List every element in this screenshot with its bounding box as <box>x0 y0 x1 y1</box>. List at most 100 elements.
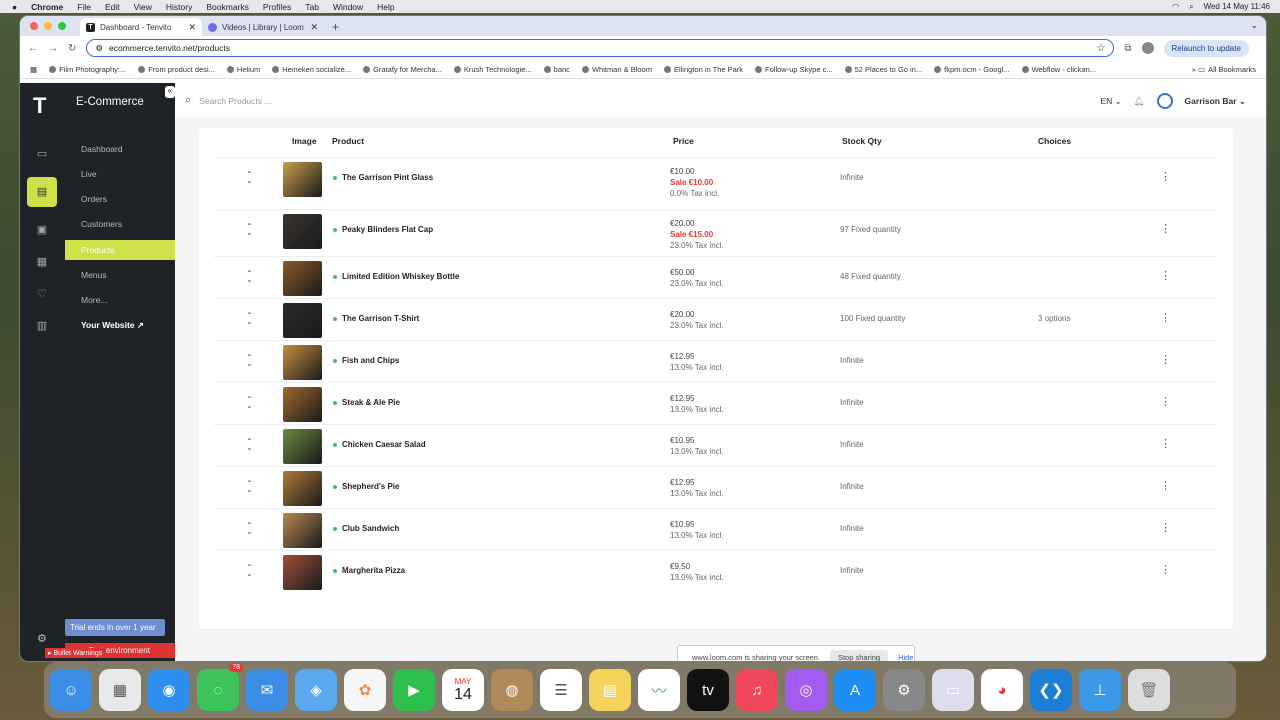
messages-icon[interactable]: ◌ 78 <box>197 663 243 711</box>
bookmark-item[interactable]: 52 Places to Go in... <box>844 65 922 74</box>
podcasts-icon[interactable]: ◎ <box>785 669 827 711</box>
product-name[interactable]: Peaky Blinders Flat Cap <box>333 225 433 234</box>
more-options-icon[interactable]: ⋮ <box>1160 269 1171 282</box>
menu-view[interactable]: View <box>134 2 152 12</box>
table-row[interactable]: ⌃ ⌄ Margherita Pizza €9.50 13.0% Tax incl. In… <box>214 550 1217 592</box>
bookmark-item[interactable]: Krush Technologie... <box>453 65 532 74</box>
menu-window[interactable]: Window <box>333 2 363 12</box>
extensions-icon[interactable]: ⧉ <box>1124 43 1131 54</box>
sort-handle-icon[interactable]: ⌃ ⌄ <box>246 354 253 368</box>
notifications-bell-icon[interactable]: 🔔︎ <box>1134 96 1145 107</box>
preview-icon[interactable]: ▭ <box>932 669 974 711</box>
product-name[interactable]: Margherita Pizza <box>333 566 405 575</box>
collapse-sidebar-icon[interactable]: « <box>165 86 175 98</box>
sidebar-item-products[interactable]: Products <box>65 240 175 260</box>
new-tab-icon[interactable]: + <box>332 18 339 36</box>
tenvito-logo[interactable]: T <box>33 93 46 119</box>
sort-handle-icon[interactable]: ⌃ ⌄ <box>246 480 253 494</box>
reminders-icon[interactable]: ☰ <box>540 669 582 711</box>
more-options-icon[interactable]: ⋮ <box>1160 353 1171 366</box>
bookmark-item[interactable]: Film Photography:... <box>49 65 126 74</box>
keynote-icon[interactable]: ⊥ <box>1079 669 1121 711</box>
bookmark-item[interactable]: banc <box>543 65 570 74</box>
tab-search-icon[interactable]: ⌄ <box>1250 20 1258 31</box>
bookmark-item[interactable]: Heineken socialize... <box>272 65 351 74</box>
product-name[interactable]: Fish and Chips <box>333 356 399 365</box>
launchpad-icon[interactable]: ▦ <box>99 669 141 711</box>
bookmark-item[interactable]: Helium <box>226 65 260 74</box>
stop-sharing-button[interactable]: Stop sharing <box>829 649 889 661</box>
sidebar-item-menus[interactable]: Menus <box>65 265 175 285</box>
address-bar[interactable]: ⚙ ecommerce.tenvito.net/products ☆ <box>86 39 1115 57</box>
photos-icon[interactable]: ✿ <box>344 669 386 711</box>
sidebar-item-orders[interactable]: Orders <box>65 189 175 209</box>
settings-gear-icon[interactable]: ⚙ <box>37 632 47 645</box>
product-name[interactable]: Shepherd's Pie <box>333 482 399 491</box>
chrome-icon[interactable]: ◕ <box>981 669 1023 711</box>
tab-loom[interactable]: Videos | Library | Loom ✕ <box>202 18 324 36</box>
product-name[interactable]: Limited Edition Whiskey Bottle <box>333 272 459 281</box>
table-row[interactable]: ⌃ ⌄ Steak & Ale Pie €12.95 13.0% Tax incl. In… <box>214 382 1217 424</box>
sidebar-item-your-website[interactable]: Your Website ↗ <box>65 315 175 335</box>
sidebar-item-customers[interactable]: Customers <box>65 214 175 234</box>
menu-chrome[interactable]: Chrome <box>31 2 63 12</box>
freeform-icon[interactable]: 〰 <box>638 669 680 711</box>
bookmark-item[interactable]: From product desi... <box>138 65 215 74</box>
close-window-button[interactable] <box>30 22 38 30</box>
datetime[interactable]: Wed 14 May 11:46 <box>1204 2 1270 11</box>
product-name[interactable]: Steak & Ale Pie <box>333 398 400 407</box>
table-row[interactable]: ⌃ ⌄ Fish and Chips €12.95 13.0% Tax incl. Inf… <box>214 340 1217 382</box>
sort-handle-icon[interactable]: ⌃ ⌄ <box>246 522 253 536</box>
grid-rail-icon[interactable]: ▦ <box>34 255 50 269</box>
all-bookmarks[interactable]: » ▭ All Bookmarks <box>1192 65 1256 74</box>
sidebar-item-live[interactable]: Live <box>65 164 175 184</box>
calendar-rail-icon[interactable]: ▥ <box>34 319 50 333</box>
bookmark-item[interactable]: Ellington in The Park <box>663 65 743 74</box>
search-icon[interactable]: ⌕ <box>1189 2 1193 12</box>
minimize-window-button[interactable] <box>44 22 52 30</box>
mail-icon[interactable]: ✉ <box>246 669 288 711</box>
bullet-warnings-tab[interactable]: ▸ Bullet Warnings <box>45 648 106 658</box>
menu-file[interactable]: File <box>77 2 91 12</box>
apple-tv-icon[interactable]: tv <box>687 669 729 711</box>
table-row[interactable]: ⌃ ⌄ Chicken Caesar Salad €10.95 13.0% Tax in… <box>214 424 1217 466</box>
more-options-icon[interactable]: ⋮ <box>1160 437 1171 450</box>
menu-help[interactable]: Help <box>377 2 394 12</box>
site-info-icon[interactable]: ⚙ <box>95 43 103 54</box>
bookmark-item[interactable]: Follow-up Skype c... <box>755 65 833 74</box>
more-options-icon[interactable]: ⋮ <box>1160 563 1171 576</box>
app-store-icon[interactable]: A <box>834 669 876 711</box>
sort-handle-icon[interactable]: ⌃ ⌄ <box>246 171 253 185</box>
search-input[interactable]: Search Products ... <box>199 96 271 106</box>
menu-history[interactable]: History <box>166 2 192 12</box>
table-row[interactable]: ⌃ ⌄ The Garrison T-Shirt €20.00 23.0% Tax in… <box>214 298 1217 340</box>
sort-handle-icon[interactable]: ⌃ ⌄ <box>246 270 253 284</box>
more-options-icon[interactable]: ⋮ <box>1160 170 1171 183</box>
language-select[interactable]: EN ⌄ <box>1100 96 1121 107</box>
music-icon[interactable]: ♫ <box>736 669 778 711</box>
safari-icon[interactable]: ◉ <box>148 669 190 711</box>
user-avatar[interactable] <box>1156 93 1173 109</box>
forward-icon[interactable]: → <box>48 43 58 54</box>
product-name[interactable]: The Garrison T-Shirt <box>333 314 419 323</box>
system-settings-icon[interactable]: ⚙ <box>883 669 925 711</box>
product-name[interactable]: Club Sandwich <box>333 524 399 533</box>
back-icon[interactable]: ← <box>28 43 38 54</box>
close-tab-icon[interactable]: ✕ <box>188 22 196 33</box>
maximize-window-button[interactable] <box>58 22 66 30</box>
close-tab-icon[interactable]: ✕ <box>310 22 318 33</box>
trash-icon[interactable]: 🗑︎ <box>1128 669 1170 711</box>
sidebar-item-dashboard[interactable]: Dashboard <box>65 139 175 159</box>
table-row[interactable]: ⌃ ⌄ The Garrison Pint Glass €10.00 Sale €10.… <box>214 157 1217 199</box>
heart-rail-icon[interactable]: ♡ <box>34 287 50 301</box>
menu-edit[interactable]: Edit <box>105 2 120 12</box>
film-rail-icon[interactable]: ▣ <box>34 223 50 237</box>
reload-icon[interactable]: ↻ <box>68 43 76 54</box>
table-row[interactable]: ⌃ ⌄ Limited Edition Whiskey Bottle €50.00 23… <box>214 256 1217 298</box>
store-rail-icon[interactable]: ▤ <box>27 177 57 207</box>
calendar-icon[interactable]: MAY 14 <box>442 669 484 711</box>
notes-icon[interactable]: ▤ <box>589 669 631 711</box>
hide-button[interactable]: Hide <box>898 653 913 662</box>
sort-handle-icon[interactable]: ⌃ ⌄ <box>246 438 253 452</box>
finder-icon[interactable]: ☺ <box>50 669 92 711</box>
